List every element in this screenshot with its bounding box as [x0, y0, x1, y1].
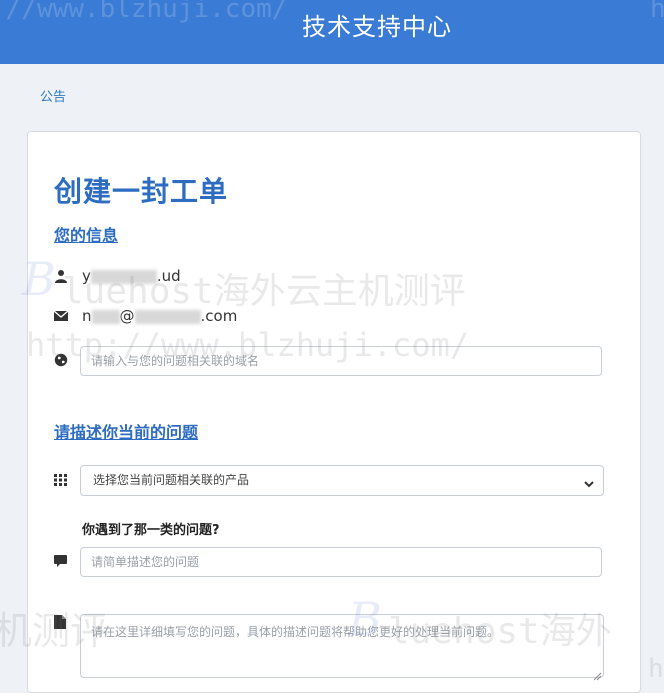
detail-textarea[interactable]	[80, 614, 604, 678]
product-select[interactable]: 选择您当前问题相关联的产品	[80, 465, 604, 496]
user-icon	[54, 269, 68, 283]
watermark-bottom-right-edge: h	[648, 654, 664, 684]
user-name-text: y .ud	[82, 267, 181, 285]
envelope-icon	[54, 310, 68, 324]
product-select-value: 选择您当前问题相关联的产品	[93, 473, 250, 487]
grid-icon	[54, 474, 68, 488]
redacted-email-domain	[134, 309, 201, 324]
user-name-prefix: y	[82, 267, 91, 285]
email-at: @	[119, 307, 135, 325]
section-describe-problem: 请描述你当前的问题	[54, 423, 199, 442]
section-your-info: 您的信息	[54, 226, 119, 245]
ticket-form-card	[27, 131, 641, 693]
file-icon	[54, 615, 68, 629]
redacted-name	[90, 269, 157, 284]
globe-icon	[54, 353, 68, 367]
header-bar: ://www.blzhuji.com/ h 技术支持中心	[0, 0, 664, 64]
page-title: 技术支持中心	[302, 13, 452, 41]
domain-input[interactable]	[80, 346, 602, 376]
email-suffix: .com	[200, 307, 238, 325]
form-heading: 创建一封工单	[54, 175, 229, 208]
summary-input[interactable]	[80, 547, 602, 577]
comment-icon	[54, 555, 68, 569]
chevron-down-icon	[583, 475, 595, 494]
redacted-email-user	[91, 309, 120, 324]
resize-grip-icon[interactable]	[592, 666, 602, 685]
question-type-label: 你遇到了那一类的问题?	[82, 523, 220, 538]
user-email-text: n @ .com	[82, 307, 237, 325]
user-name-suffix: .ud	[156, 267, 181, 285]
breadcrumb-announcements-link[interactable]: 公告	[40, 86, 66, 105]
email-prefix: n	[82, 307, 92, 325]
